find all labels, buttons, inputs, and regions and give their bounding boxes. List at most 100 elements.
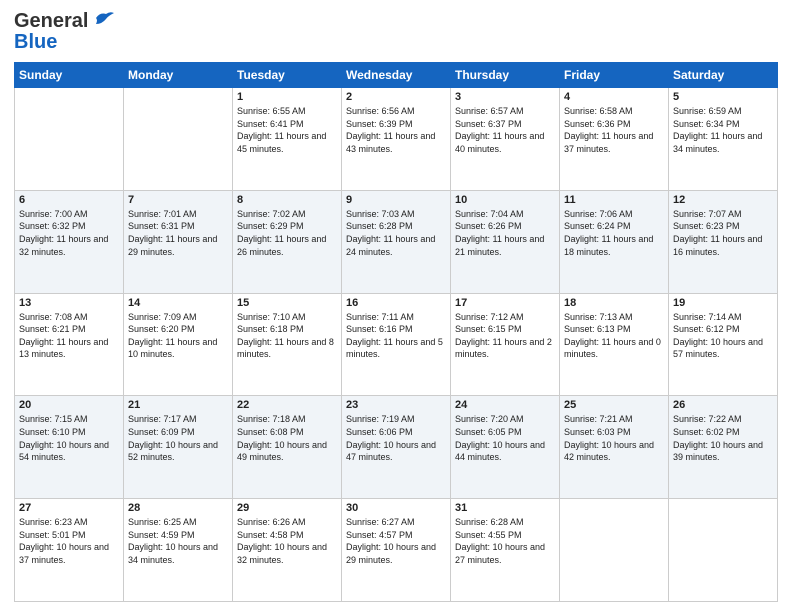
cell-info: Sunrise: 7:11 AMSunset: 6:16 PMDaylight:… [346,311,446,361]
week-row-1: 1Sunrise: 6:55 AMSunset: 6:41 PMDaylight… [15,88,778,191]
day-number: 31 [455,502,555,514]
day-number: 29 [237,502,337,514]
weekday-header-tuesday: Tuesday [233,63,342,88]
page: General Blue SundayMondayTuesdayWednesda… [0,0,792,612]
day-number: 28 [128,502,228,514]
logo-blue-text: Blue [14,31,57,54]
calendar-cell: 4 Sunrise: 6:58 AMSunset: 6:36 PMDaylight… [560,88,669,191]
weekday-header-thursday: Thursday [451,63,560,88]
cell-info: Sunrise: 7:13 AMSunset: 6:13 PMDaylight:… [564,311,664,361]
calendar-cell: 14 Sunrise: 7:09 AMSunset: 6:20 PMDayligh… [124,293,233,396]
weekday-header-friday: Friday [560,63,669,88]
cell-info: Sunrise: 7:21 AMSunset: 6:03 PMDaylight:… [564,413,664,463]
cell-info: Sunrise: 7:15 AMSunset: 6:10 PMDaylight:… [19,413,119,463]
calendar-cell [15,88,124,191]
calendar-cell: 22Sunrise: 7:18 AMSunset: 6:08 PMDayligh… [233,396,342,499]
calendar-cell: 29 Sunrise: 6:26 AMSunset: 4:58 PMDayligh… [233,499,342,602]
calendar-cell: 5 Sunrise: 6:59 AMSunset: 6:34 PMDaylight… [669,88,778,191]
calendar-cell: 6 Sunrise: 7:00 AMSunset: 6:32 PMDaylight… [15,190,124,293]
cell-info: Sunrise: 7:03 AMSunset: 6:28 PMDaylight:… [346,208,446,258]
day-number: 24 [455,399,555,411]
cell-info: Sunrise: 7:14 AMSunset: 6:12 PMDaylight:… [673,311,773,361]
calendar-cell: 19 Sunrise: 7:14 AMSunset: 6:12 PMDayligh… [669,293,778,396]
calendar-cell: 16 Sunrise: 7:11 AMSunset: 6:16 PMDayligh… [342,293,451,396]
day-number: 5 [673,91,773,103]
day-number: 7 [128,194,228,206]
cell-info: Sunrise: 6:27 AMSunset: 4:57 PMDaylight:… [346,516,446,566]
day-number: 25 [564,399,664,411]
cell-info: Sunrise: 7:22 AMSunset: 6:02 PMDaylight:… [673,413,773,463]
day-number: 14 [128,297,228,309]
calendar-cell: 9 Sunrise: 7:03 AMSunset: 6:28 PMDaylight… [342,190,451,293]
calendar-cell: 15Sunrise: 7:10 AMSunset: 6:18 PMDayligh… [233,293,342,396]
week-row-5: 27Sunrise: 6:23 AMSunset: 5:01 PMDayligh… [15,499,778,602]
calendar-cell: 23 Sunrise: 7:19 AMSunset: 6:06 PMDayligh… [342,396,451,499]
cell-info: Sunrise: 7:02 AMSunset: 6:29 PMDaylight:… [237,208,337,258]
cell-info: Sunrise: 7:18 AMSunset: 6:08 PMDaylight:… [237,413,337,463]
cell-info: Sunrise: 6:28 AMSunset: 4:55 PMDaylight:… [455,516,555,566]
calendar-cell: 20Sunrise: 7:15 AMSunset: 6:10 PMDayligh… [15,396,124,499]
day-number: 9 [346,194,446,206]
day-number: 10 [455,194,555,206]
week-row-4: 20Sunrise: 7:15 AMSunset: 6:10 PMDayligh… [15,396,778,499]
calendar-cell: 12Sunrise: 7:07 AMSunset: 6:23 PMDayligh… [669,190,778,293]
day-number: 26 [673,399,773,411]
day-number: 6 [19,194,119,206]
cell-info: Sunrise: 7:17 AMSunset: 6:09 PMDaylight:… [128,413,228,463]
day-number: 17 [455,297,555,309]
day-number: 13 [19,297,119,309]
weekday-header-row: SundayMondayTuesdayWednesdayThursdayFrid… [15,63,778,88]
logo-bird-icon [92,10,114,28]
day-number: 16 [346,297,446,309]
day-number: 27 [19,502,119,514]
calendar-cell: 2Sunrise: 6:56 AMSunset: 6:39 PMDaylight… [342,88,451,191]
day-number: 23 [346,399,446,411]
calendar-cell: 10 Sunrise: 7:04 AMSunset: 6:26 PMDayligh… [451,190,560,293]
cell-info: Sunrise: 6:25 AMSunset: 4:59 PMDaylight:… [128,516,228,566]
weekday-header-monday: Monday [124,63,233,88]
cell-info: Sunrise: 7:20 AMSunset: 6:05 PMDaylight:… [455,413,555,463]
cell-info: Sunrise: 7:04 AMSunset: 6:26 PMDaylight:… [455,208,555,258]
calendar-cell: 8 Sunrise: 7:02 AMSunset: 6:29 PMDaylight… [233,190,342,293]
calendar-cell: 24 Sunrise: 7:20 AMSunset: 6:05 PMDayligh… [451,396,560,499]
cell-info: Sunrise: 7:12 AMSunset: 6:15 PMDaylight:… [455,311,555,361]
calendar-cell [124,88,233,191]
day-number: 18 [564,297,664,309]
cell-info: Sunrise: 6:57 AMSunset: 6:37 PMDaylight:… [455,105,555,155]
cell-info: Sunrise: 7:01 AMSunset: 6:31 PMDaylight:… [128,208,228,258]
calendar-cell: 3 Sunrise: 6:57 AMSunset: 6:37 PMDaylight… [451,88,560,191]
day-number: 12 [673,194,773,206]
cell-info: Sunrise: 7:00 AMSunset: 6:32 PMDaylight:… [19,208,119,258]
calendar-cell: 25 Sunrise: 7:21 AMSunset: 6:03 PMDayligh… [560,396,669,499]
weekday-header-wednesday: Wednesday [342,63,451,88]
calendar-cell [560,499,669,602]
day-number: 3 [455,91,555,103]
calendar-cell: 17 Sunrise: 7:12 AMSunset: 6:15 PMDayligh… [451,293,560,396]
cell-info: Sunrise: 6:26 AMSunset: 4:58 PMDaylight:… [237,516,337,566]
cell-info: Sunrise: 6:58 AMSunset: 6:36 PMDaylight:… [564,105,664,155]
day-number: 4 [564,91,664,103]
day-number: 8 [237,194,337,206]
cell-info: Sunrise: 7:08 AMSunset: 6:21 PMDaylight:… [19,311,119,361]
cell-info: Sunrise: 7:10 AMSunset: 6:18 PMDaylight:… [237,311,337,361]
day-number: 11 [564,194,664,206]
day-number: 21 [128,399,228,411]
calendar-cell: 18 Sunrise: 7:13 AMSunset: 6:13 PMDayligh… [560,293,669,396]
calendar-cell: 26 Sunrise: 7:22 AMSunset: 6:02 PMDayligh… [669,396,778,499]
cell-info: Sunrise: 7:19 AMSunset: 6:06 PMDaylight:… [346,413,446,463]
cell-info: Sunrise: 7:09 AMSunset: 6:20 PMDaylight:… [128,311,228,361]
weekday-header-sunday: Sunday [15,63,124,88]
cell-info: Sunrise: 6:55 AMSunset: 6:41 PMDaylight:… [237,105,337,155]
cell-info: Sunrise: 6:56 AMSunset: 6:39 PMDaylight:… [346,105,446,155]
calendar-cell: 21 Sunrise: 7:17 AMSunset: 6:09 PMDayligh… [124,396,233,499]
calendar-cell: 13 Sunrise: 7:08 AMSunset: 6:21 PMDayligh… [15,293,124,396]
calendar-cell: 28 Sunrise: 6:25 AMSunset: 4:59 PMDayligh… [124,499,233,602]
cell-info: Sunrise: 6:59 AMSunset: 6:34 PMDaylight:… [673,105,773,155]
calendar-cell: 11Sunrise: 7:06 AMSunset: 6:24 PMDayligh… [560,190,669,293]
logo-general-text: General [14,10,88,33]
calendar-table: SundayMondayTuesdayWednesdayThursdayFrid… [14,62,778,602]
week-row-2: 6 Sunrise: 7:00 AMSunset: 6:32 PMDaylight… [15,190,778,293]
day-number: 19 [673,297,773,309]
week-row-3: 13 Sunrise: 7:08 AMSunset: 6:21 PMDayligh… [15,293,778,396]
logo: General Blue [14,10,114,54]
